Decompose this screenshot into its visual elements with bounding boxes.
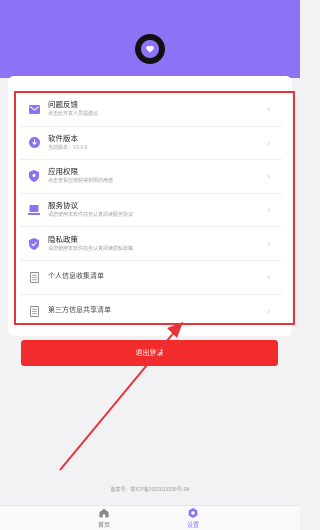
tab-settings[interactable]: 设置 [173, 508, 213, 529]
settings-list: 问题反馈 点击此开发人员提建议 › 软件版本 当前版本：V3.0.6 › 应用权… [20, 93, 282, 328]
settings-item-title: 个人信息收集清单 [48, 273, 104, 281]
settings-item-version[interactable]: 软件版本 当前版本：V3.0.6 › [20, 127, 282, 161]
settings-item-title: 隐私政策 [48, 234, 78, 244]
chevron-right-icon: › [267, 239, 270, 249]
app-logo [135, 34, 165, 64]
laptop-icon [28, 204, 40, 216]
document-list-icon [28, 271, 40, 283]
settings-item-permissions[interactable]: 应用权限 点击查看应用获得权限的用途 › [20, 160, 282, 194]
home-icon [99, 508, 109, 518]
chevron-right-icon: › [267, 205, 270, 215]
settings-item-title: 第三方信息共享清单 [48, 307, 111, 315]
settings-item-title: 软件版本 [48, 133, 78, 143]
settings-item-personal-info-list[interactable]: 个人信息收集清单 › [20, 261, 282, 295]
download-icon [28, 137, 40, 149]
settings-item-subtitle: 点击此开发人员提建议 [48, 111, 99, 118]
mail-icon [28, 103, 40, 115]
gear-icon [188, 508, 198, 518]
shield-icon [28, 170, 40, 183]
bottom-tab-bar: 首页 设置 [0, 505, 300, 530]
shield-check-icon [28, 237, 40, 250]
settings-item-subtitle: 当前版本：V3.0.6 [48, 144, 88, 151]
chevron-right-icon: › [267, 138, 270, 148]
tab-label: 设置 [186, 523, 199, 529]
settings-item-title: 应用权限 [48, 167, 78, 177]
heart-icon [141, 40, 159, 58]
tab-label: 首页 [97, 523, 110, 529]
tab-home[interactable]: 首页 [84, 508, 124, 529]
icp-record-text[interactable]: 备案号：鄂ICP备2022013335号-2A [0, 486, 300, 493]
chevron-right-icon: › [267, 306, 270, 316]
settings-item-privacy-policy[interactable]: 隐私政策 请您使用本软件前务认真阅读隐私政策 › [20, 227, 282, 261]
chevron-right-icon: › [267, 171, 270, 181]
chevron-right-icon: › [267, 272, 270, 282]
settings-item-subtitle: 点击查看应用获得权限的用途 [48, 178, 114, 185]
settings-item-subtitle: 请您使用本软件前务认真阅读隐私政策 [48, 245, 134, 252]
settings-item-feedback[interactable]: 问题反馈 点击此开发人员提建议 › [20, 93, 282, 127]
settings-screen: 问题反馈 点击此开发人员提建议 › 软件版本 当前版本：V3.0.6 › 应用权… [0, 0, 300, 530]
settings-item-third-party-sharing-list[interactable]: 第三方信息共享清单 › [20, 295, 282, 329]
settings-item-title: 问题反馈 [48, 100, 78, 110]
chevron-right-icon: › [267, 104, 270, 114]
settings-item-service-agreement[interactable]: 服务协议 请您使用本软件前务认真阅读服务协议 › [20, 194, 282, 228]
document-list-icon [28, 305, 40, 317]
settings-item-title: 服务协议 [48, 201, 78, 211]
logout-button[interactable]: 退出登录 [21, 340, 278, 366]
settings-item-subtitle: 请您使用本软件前务认真阅读服务协议 [48, 212, 134, 219]
